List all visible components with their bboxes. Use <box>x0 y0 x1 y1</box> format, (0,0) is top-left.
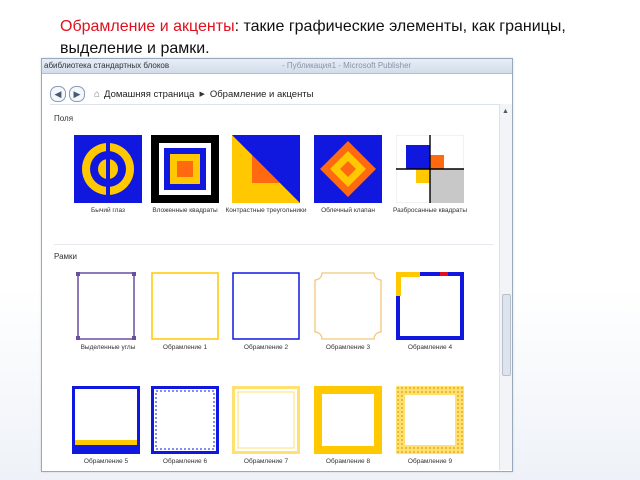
window-title: абиблиотека стандартных блоков <box>44 61 170 70</box>
field-contrast-triangles[interactable] <box>232 135 300 203</box>
section-label-fields: Поля <box>54 114 74 123</box>
frame-8[interactable] <box>314 386 382 454</box>
gallery-content: Поля Бычий глаз Вложенные квадраты Контр… <box>42 104 498 470</box>
frame-2[interactable] <box>232 272 300 340</box>
home-icon[interactable]: ⌂ <box>94 89 100 100</box>
frame-7[interactable] <box>232 386 300 454</box>
scroll-thumb[interactable] <box>502 294 511 376</box>
forward-icon[interactable]: ▶ <box>69 86 85 102</box>
section-divider <box>54 244 494 245</box>
field-nested-squares[interactable] <box>151 135 219 203</box>
building-blocks-window: абиблиотека стандартных блоков - Публика… <box>41 58 513 472</box>
frame-1[interactable] <box>151 272 219 340</box>
frame-4[interactable] <box>396 272 464 340</box>
section-label-frames: Рамки <box>54 252 77 261</box>
frame-3[interactable] <box>314 272 382 340</box>
frame-highlighted-corners[interactable] <box>74 272 142 340</box>
field-scattered-squares[interactable] <box>395 134 465 204</box>
field-label: Облечный клапан <box>321 207 375 214</box>
caption-accent: Обрамление и акценты <box>60 18 235 35</box>
field-bulls-eye[interactable] <box>74 135 142 203</box>
frame-label: Обрамление 6 <box>162 458 208 465</box>
navigation-bar: ◀ ▶ ⌂ Домашняя страница ▶ Обрамление и а… <box>50 84 512 105</box>
chevron-right-icon: ▶ <box>199 91 205 98</box>
back-icon[interactable]: ◀ <box>50 86 66 102</box>
window-app-title: - Публикация1 - Microsoft Publisher <box>282 61 412 70</box>
slide-caption: Обрамление и акценты: такие графические … <box>60 16 600 60</box>
frame-label: Обрамление 1 <box>162 344 208 351</box>
frame-label: Обрамление 9 <box>407 458 453 465</box>
frame-label: Обрамление 4 <box>407 344 453 351</box>
frame-9[interactable] <box>396 386 464 454</box>
frame-6[interactable] <box>151 386 219 454</box>
field-label: Вложенные квадраты <box>152 207 218 214</box>
window-titlebar: абиблиотека стандартных блоков - Публика… <box>42 59 512 74</box>
frame-5[interactable] <box>72 386 140 454</box>
frame-label: Обрамление 8 <box>325 458 371 465</box>
field-label: Контрастные треугольники <box>225 207 307 214</box>
field-label: Разбросанные квадраты <box>392 207 468 214</box>
breadcrumb-home[interactable]: Домашняя страница <box>104 89 194 100</box>
field-diamond[interactable] <box>314 135 382 203</box>
frame-label: Обрамление 3 <box>325 344 371 351</box>
breadcrumb-current: Обрамление и акценты <box>209 88 314 100</box>
frame-label: Обрамление 5 <box>83 458 129 465</box>
vertical-scrollbar[interactable]: ▲ <box>499 104 512 470</box>
frame-label: Обрамление 2 <box>243 344 289 351</box>
frame-label: Обрамление 7 <box>243 458 289 465</box>
scroll-up-icon[interactable]: ▲ <box>502 108 509 115</box>
